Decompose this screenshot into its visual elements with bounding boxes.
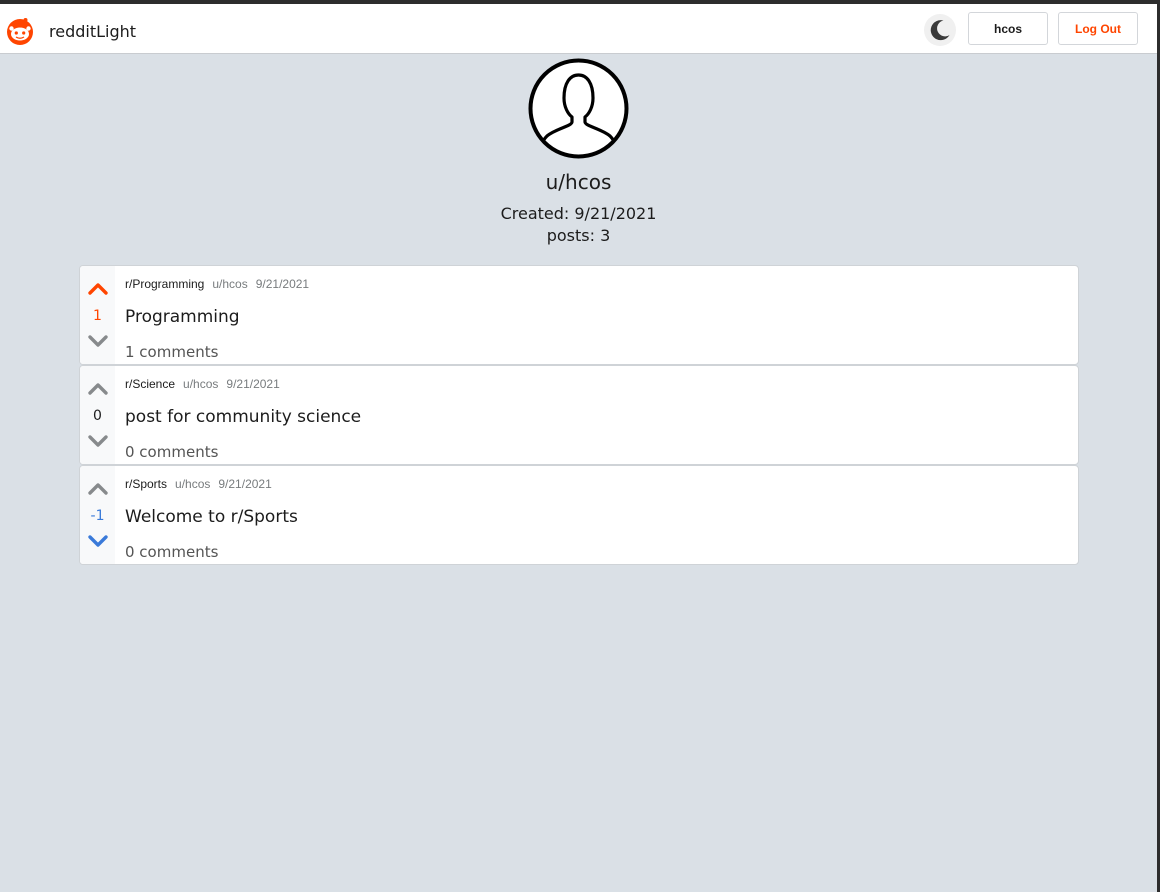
- user-profile-button[interactable]: hcos: [968, 12, 1048, 45]
- post-meta: r/Programming u/hcos 9/21/2021: [125, 277, 309, 291]
- downvote-icon[interactable]: [87, 332, 109, 350]
- post-author-link[interactable]: u/hcos: [183, 377, 218, 391]
- post-card[interactable]: -1 r/Sports u/hcos 9/21/2021 Welcome to r/…: [79, 465, 1079, 565]
- reddit-logo-icon[interactable]: [4, 14, 36, 46]
- post-card[interactable]: 1 r/Programming u/hcos 9/21/2021 Programmi…: [79, 265, 1079, 365]
- post-subreddit-link[interactable]: r/Programming: [125, 277, 204, 291]
- moon-icon: [930, 20, 950, 41]
- profile-username: u/hcos: [545, 170, 612, 194]
- vote-column: 1: [80, 266, 115, 364]
- top-navbar: redditLight hcos Log Out: [0, 4, 1157, 54]
- post-comments-link[interactable]: 0 comments: [125, 443, 218, 461]
- upvote-icon[interactable]: [87, 480, 109, 498]
- vote-column: -1: [80, 466, 115, 564]
- post-author-link[interactable]: u/hcos: [175, 477, 210, 491]
- post-title[interactable]: Welcome to r/Sports: [125, 507, 298, 527]
- post-date: 9/21/2021: [226, 377, 280, 391]
- post-subreddit-link[interactable]: r/Science: [125, 377, 175, 391]
- app-title[interactable]: redditLight: [49, 22, 136, 41]
- post-title[interactable]: Programming: [125, 307, 240, 327]
- vote-count: -1: [90, 508, 105, 524]
- dark-mode-toggle[interactable]: [924, 14, 956, 46]
- downvote-icon[interactable]: [87, 432, 109, 450]
- post-comments-link[interactable]: 1 comments: [125, 343, 218, 361]
- vote-count: 0: [93, 408, 102, 424]
- post-meta: r/Science u/hcos 9/21/2021: [125, 377, 280, 391]
- downvote-icon[interactable]: [87, 532, 109, 550]
- user-silhouette-icon: [528, 58, 629, 159]
- post-author-link[interactable]: u/hcos: [212, 277, 247, 291]
- post-date: 9/21/2021: [255, 277, 310, 291]
- vote-column: 0: [80, 366, 115, 464]
- vote-count: 1: [93, 308, 102, 324]
- post-card[interactable]: 0 r/Science u/hcos 9/21/2021 post for comm…: [79, 365, 1079, 465]
- upvote-icon[interactable]: [87, 380, 109, 398]
- post-subreddit-link[interactable]: r/Sports: [125, 477, 167, 491]
- profile-created-date: Created: 9/21/2021: [500, 204, 657, 223]
- post-meta: r/Sports u/hcos 9/21/2021: [125, 477, 272, 491]
- post-date: 9/21/2021: [218, 477, 272, 491]
- upvote-icon[interactable]: [87, 280, 109, 298]
- logout-button[interactable]: Log Out: [1058, 12, 1138, 45]
- post-comments-link[interactable]: 0 comments: [125, 543, 218, 561]
- post-title[interactable]: post for community science: [125, 407, 361, 427]
- profile-post-count: posts: 3: [546, 226, 611, 245]
